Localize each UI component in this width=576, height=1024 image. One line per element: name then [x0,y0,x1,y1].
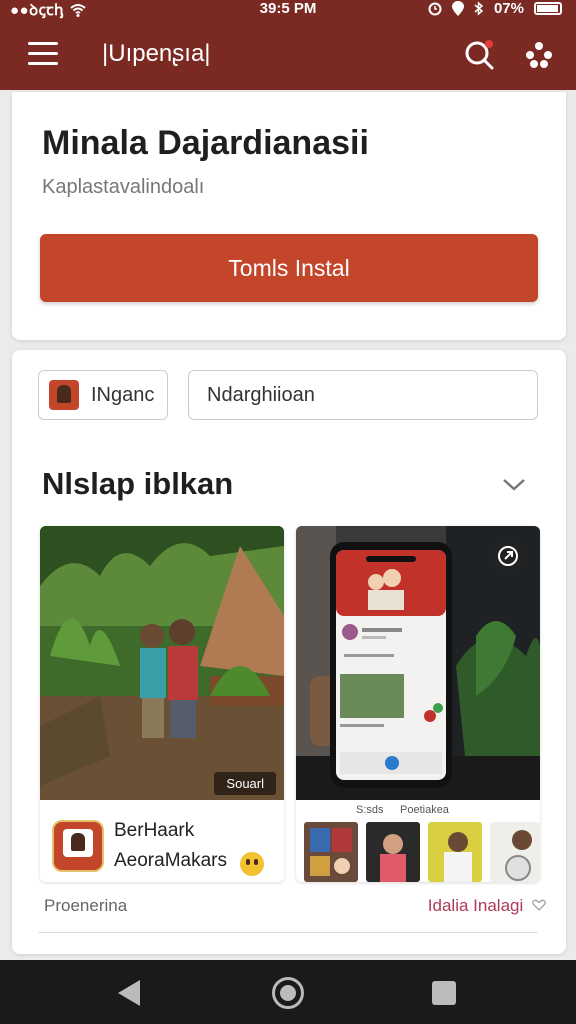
tile-image-children [40,526,284,800]
heart-icon [532,899,546,911]
footer-right-link[interactable]: Idalia Inalagi [428,896,546,916]
hero-title: Minala Dajardianasii [42,124,369,162]
alarm-icon [428,2,442,15]
tile-label-2: Poetiakea [400,804,449,816]
divider [38,932,538,933]
thumbnail-4 [490,822,540,882]
app-tile-1[interactable]: Souarl BerHaark AeoraMakars [40,526,284,882]
menu-icon[interactable] [28,42,58,68]
emoji-icon [240,852,264,876]
battery-icon [534,2,562,15]
chevron-down-icon[interactable] [500,470,528,498]
app-name-line2: AeoraMakars [114,850,227,871]
app-bar: |Uıpenʂıa| [0,30,576,80]
tile-badge: Souarl [214,772,276,795]
more-dots-icon[interactable] [524,40,554,70]
filter-chip-1[interactable]: INganc [38,370,168,420]
bluetooth-icon [474,1,484,16]
app-name-line1: BerHaark [114,820,195,841]
share-icon[interactable] [492,540,524,572]
tile-label-1: S:sds [356,804,384,816]
home-icon[interactable] [272,977,304,1009]
footer-left-text: Proenerina [44,896,128,915]
tile-footer: BerHaark AeoraMakars [40,800,284,882]
footer-right-label: Idalia Inalagi [427,896,524,915]
battery-percent: 07% [493,0,524,17]
hero-subtitle: Kaplastavalindoalı [42,176,205,198]
system-nav-bar [0,960,576,1024]
location-icon [451,1,464,16]
app-logo-icon [52,820,104,872]
search-icon[interactable] [462,38,496,72]
recents-icon[interactable] [432,981,456,1005]
thumbnail-2 [366,822,420,882]
thumbnail-1 [304,822,358,882]
status-bar: ●●ꝺꞔꞇꞕ 39:5 PM 07% [0,0,576,20]
top-app-bar: ●●ꝺꞔꞇꞕ 39:5 PM 07% |Uıpenʂıa| [0,0,576,90]
hero-card: Minala Dajardianasii Kaplastavalindoalı … [12,92,566,340]
chip-label-2: Ndarghiioan [207,383,315,406]
install-button[interactable]: Tomls Instal [40,234,538,302]
content-card: INganc Ndarghiioan Nlslap iblkan Souarl [12,350,566,954]
app-title: |Uıpenʂıa| [102,40,211,67]
thumbnail-3 [428,822,482,882]
section-title: Nlslap iblkan [42,466,234,501]
status-right: 07% [428,0,562,17]
chip-thumbnail [49,380,79,410]
chip-label-1: INganc [91,383,155,406]
back-icon[interactable] [118,980,140,1006]
filter-chip-2[interactable]: Ndarghiioan [188,370,538,420]
app-tile-2[interactable]: S:sds Poetiakea [296,526,540,882]
